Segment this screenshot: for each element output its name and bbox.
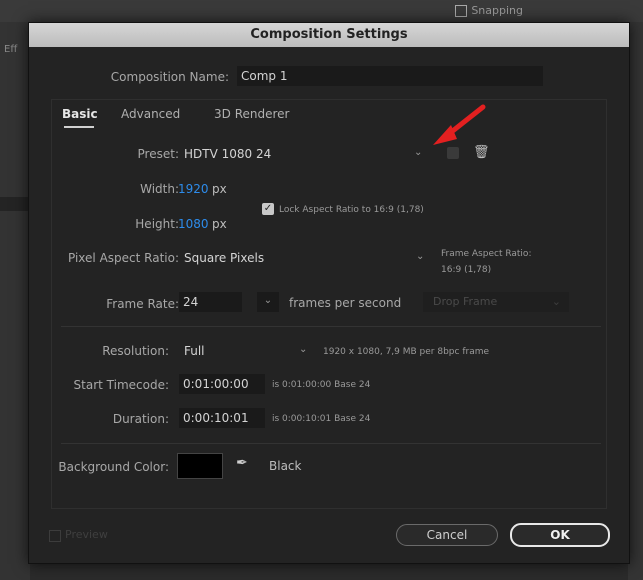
tab-basic[interactable]: Basic [62,107,98,121]
drop-frame-dropdown: Drop Frame ⌄ [423,292,569,312]
left-panel-bar [0,197,30,211]
start-timecode-info: is 0:01:00:00 Base 24 [272,380,371,390]
duration-label: Duration: [112,412,169,426]
background-color-name: Black [269,459,302,473]
duration-info: is 0:00:10:01 Base 24 [272,414,371,424]
resolution-dropdown[interactable]: Full [184,344,205,358]
pixel-aspect-chevron-icon[interactable]: ⌄ [416,251,424,262]
snapping-toggle[interactable]: Snapping [455,4,523,17]
dialog-title: Composition Settings [29,23,629,47]
drop-frame-chevron-icon: ⌄ [551,295,561,308]
red-arrow-icon [433,104,486,145]
start-timecode-input[interactable]: 0:01:00:00 [179,374,265,394]
resolution-chevron-icon[interactable]: ⌄ [299,344,307,355]
tab-advanced[interactable]: Advanced [121,107,180,121]
cancel-button[interactable]: Cancel [396,524,498,546]
background-color-label: Background Color: [58,460,169,474]
height-value[interactable]: 1080 [178,217,209,231]
width-value[interactable]: 1920 [178,182,209,196]
width-label: Width: [140,182,179,196]
lock-aspect-checkbox[interactable]: ✓ [262,203,274,215]
frame-aspect-value: 16:9 (1,78) [441,265,492,275]
pixel-aspect-label: Pixel Aspect Ratio: [68,251,179,265]
snapping-checkbox[interactable] [455,4,468,17]
preview-label: Preview [65,528,108,541]
tab-3d-renderer[interactable]: 3D Renderer [214,107,289,121]
width-unit: px [212,182,227,196]
effects-panel-label: Eff [4,44,18,55]
app-toolbar: Snapping [0,0,643,22]
drop-frame-label: Drop Frame [433,295,498,308]
lock-aspect-label: Lock Aspect Ratio to 16:9 (1,78) [279,205,424,215]
frames-per-second-label: frames per second [289,296,402,310]
save-preset-icon[interactable] [447,147,459,159]
frame-rate-label: Frame Rate: [106,297,179,311]
duration-input[interactable]: 0:00:10:01 [179,408,265,428]
left-panel [0,22,30,580]
start-timecode-label: Start Timecode: [73,378,169,392]
section-divider-2 [61,443,601,444]
resolution-info: 1920 x 1080, 7,9 MB per 8bpc frame [323,347,490,357]
preset-dropdown[interactable]: HDTV 1080 24 [184,147,271,161]
preset-chevron-icon[interactable]: ⌄ [414,147,422,158]
height-unit: px [212,217,227,231]
section-divider [61,326,601,327]
preview-checkbox[interactable] [49,530,61,542]
frame-rate-input[interactable]: 24 [179,292,242,312]
composition-settings-dialog: Composition Settings Composition Name: C… [28,22,630,564]
frame-aspect-label: Frame Aspect Ratio: [441,249,532,259]
preset-label: Preset: [137,147,179,161]
resolution-label: Resolution: [102,344,169,358]
pixel-aspect-dropdown[interactable]: Square Pixels [184,251,264,265]
delete-preset-icon[interactable]: 🗑 [473,145,490,160]
snapping-label: Snapping [471,4,523,17]
frame-rate-dropdown[interactable]: ⌄ [257,292,279,312]
right-panel [628,22,643,580]
eyedropper-icon[interactable]: ✒ [236,455,248,471]
composition-name-input[interactable]: Comp 1 [237,66,543,86]
ok-button[interactable]: OK [510,523,610,547]
height-label: Height: [135,217,179,231]
background-color-swatch[interactable] [177,453,223,479]
active-tab-indicator [64,126,94,128]
composition-name-label: Composition Name: [110,70,229,84]
